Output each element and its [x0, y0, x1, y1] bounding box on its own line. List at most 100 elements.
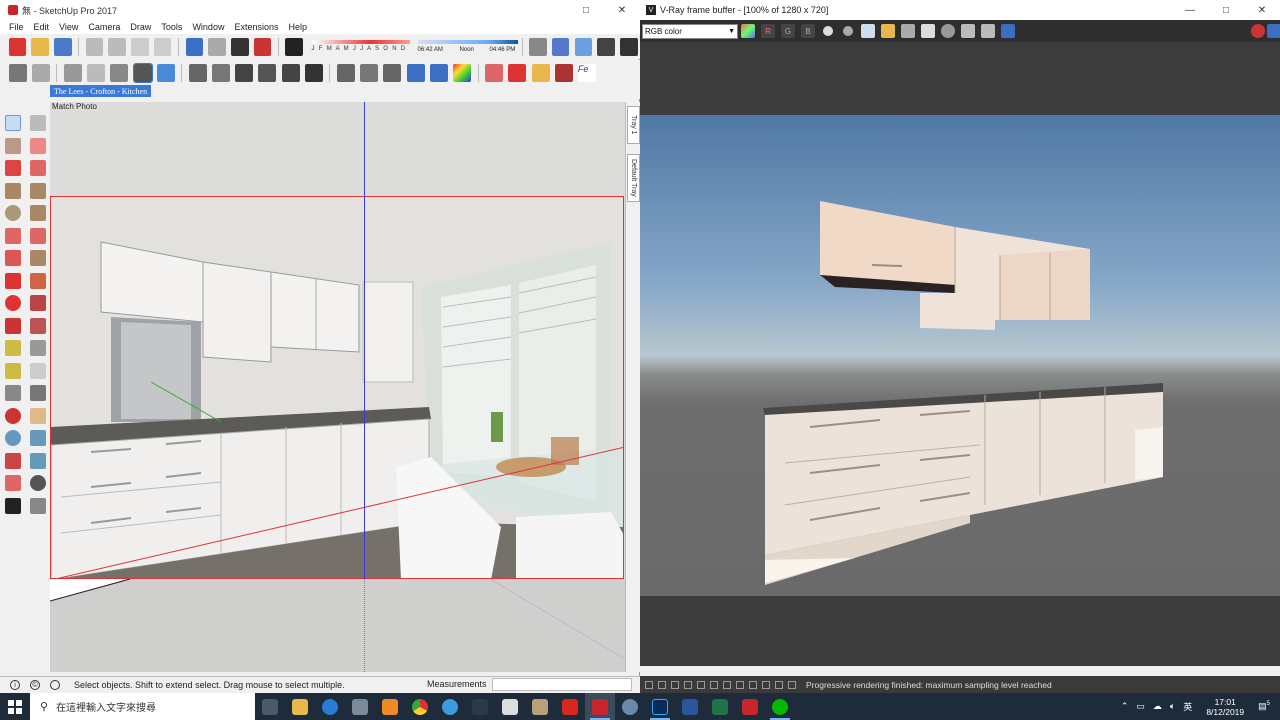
default-tray-tab[interactable]: Default Tray [627, 154, 640, 202]
solid-union-icon[interactable] [406, 63, 425, 82]
shadows-toggle-icon[interactable] [285, 37, 303, 56]
stamp-icon[interactable] [697, 680, 705, 689]
taskbar-vray[interactable] [735, 693, 765, 720]
print-icon[interactable] [231, 37, 249, 56]
eraser-icon[interactable] [29, 137, 46, 154]
chevron-up-icon[interactable]: ⌃ [1121, 701, 1129, 712]
taskbar-settings[interactable] [615, 693, 645, 720]
menu-extensions[interactable]: Extensions [234, 22, 278, 32]
taskbar-edge[interactable] [315, 693, 345, 720]
duplicate-vfb-icon[interactable] [921, 24, 935, 38]
flip-h-icon[interactable] [762, 680, 770, 689]
back-view-icon[interactable] [281, 63, 300, 82]
track-mouse-icon[interactable] [981, 24, 995, 38]
lut-icon[interactable] [723, 680, 731, 689]
sketchup-viewport[interactable]: Match Photo [50, 102, 625, 672]
volume-icon[interactable]: 🔈︎ [1170, 701, 1175, 712]
move-icon[interactable] [4, 272, 21, 289]
select-tool-icon[interactable] [4, 115, 21, 132]
orbit-icon[interactable] [4, 407, 21, 424]
srgb-icon[interactable] [710, 680, 718, 689]
clear-image-icon[interactable] [901, 24, 915, 38]
credits-icon[interactable]: © [30, 680, 40, 690]
channel-select[interactable]: RGB color ▼ [642, 23, 738, 39]
taskbar-acrobat[interactable] [555, 693, 585, 720]
section-display-icon[interactable] [574, 37, 593, 56]
render-icon[interactable] [1267, 24, 1280, 38]
group-icon[interactable] [360, 63, 379, 82]
save-image-icon[interactable] [861, 24, 875, 38]
region-render-icon[interactable] [961, 24, 975, 38]
rotated-rectangle-icon[interactable] [29, 182, 46, 199]
lens-effects-icon[interactable] [1001, 24, 1015, 38]
follow-mouse-icon[interactable] [941, 24, 955, 38]
cut-icon[interactable] [85, 37, 104, 56]
circle-icon[interactable] [4, 205, 21, 222]
copy-icon[interactable] [108, 37, 126, 56]
position-camera-icon[interactable] [4, 475, 21, 492]
vray-titlebar[interactable]: V V-Ray frame buffer - [100% of 1280 x 7… [640, 0, 1280, 20]
freehand-icon[interactable] [29, 160, 46, 177]
top-camera-icon[interactable] [212, 63, 231, 82]
look-around-icon[interactable] [29, 475, 46, 492]
menu-camera[interactable]: Camera [88, 22, 120, 32]
offset-icon[interactable] [29, 317, 46, 334]
polygon-icon[interactable] [29, 205, 46, 222]
three-point-arc-icon[interactable] [4, 250, 21, 267]
zoom-extents-icon[interactable] [4, 452, 21, 469]
axes-tool-icon[interactable] [4, 385, 21, 402]
xray-icon[interactable] [63, 63, 82, 82]
protractor-icon[interactable] [4, 362, 21, 379]
zoom-icon[interactable] [4, 430, 21, 447]
taskbar-vlc[interactable] [375, 693, 405, 720]
extension-warehouse-icon[interactable] [508, 63, 527, 82]
rotate-icon[interactable] [4, 295, 21, 312]
outer-shell-icon[interactable] [383, 63, 402, 82]
section-plane-icon[interactable] [551, 37, 570, 56]
wireframe-icon[interactable] [87, 63, 106, 82]
3d-text-icon[interactable] [29, 385, 46, 402]
vray-render-icon[interactable] [554, 63, 573, 82]
vray-logo-icon[interactable] [619, 37, 638, 56]
new-icon[interactable] [8, 37, 27, 56]
vray-canvas[interactable] [640, 42, 1280, 666]
share-model-icon[interactable] [531, 63, 550, 82]
right-view-icon[interactable] [258, 63, 277, 82]
vray-horizontal-scrollbar[interactable] [640, 666, 1280, 676]
taskbar-chrome[interactable] [405, 693, 435, 720]
color-mode-icon[interactable] [741, 24, 755, 38]
warehouse-icon[interactable] [485, 63, 504, 82]
lens-icon[interactable] [684, 680, 692, 689]
erase-icon[interactable] [153, 37, 172, 56]
undo-icon[interactable] [185, 37, 204, 56]
menu-tools[interactable]: Tools [161, 22, 182, 32]
previous-view-icon[interactable] [29, 452, 46, 469]
shadow-time-slider[interactable]: 06:42 AM Noon 04:46 PM [417, 38, 518, 56]
tape-measure-icon[interactable] [4, 340, 21, 357]
color-correction-icon[interactable] [671, 680, 679, 689]
section-plane-tool-icon[interactable] [29, 497, 46, 514]
alpha-icon[interactable] [823, 26, 833, 36]
taskbar-photoshop[interactable] [645, 693, 675, 720]
iso-camera-icon[interactable] [188, 63, 207, 82]
close-button[interactable]: ✕ [604, 0, 640, 20]
measurements-input[interactable] [492, 678, 632, 691]
axes-icon[interactable] [529, 37, 547, 56]
two-point-arc-icon[interactable] [29, 227, 46, 244]
taskbar-ie[interactable] [435, 693, 465, 720]
blue-channel-button[interactable]: B [801, 24, 815, 38]
notification-icon[interactable]: ▤5 [1258, 701, 1270, 712]
minimize-button[interactable]: — [1172, 0, 1208, 20]
line-tool-icon[interactable] [4, 160, 21, 177]
arc-icon[interactable] [4, 227, 21, 244]
compare-icon[interactable] [749, 680, 757, 689]
paint-bucket-icon[interactable] [4, 137, 21, 154]
taskbar-store[interactable] [345, 693, 375, 720]
maximize-button[interactable]: □ [568, 0, 604, 20]
menu-window[interactable]: Window [192, 22, 224, 32]
model-info-icon[interactable] [253, 37, 272, 56]
taskbar-excel[interactable] [705, 693, 735, 720]
settings-icon[interactable] [658, 680, 666, 689]
geo-location-icon[interactable]: i [10, 680, 20, 690]
load-image-icon[interactable] [881, 24, 895, 38]
